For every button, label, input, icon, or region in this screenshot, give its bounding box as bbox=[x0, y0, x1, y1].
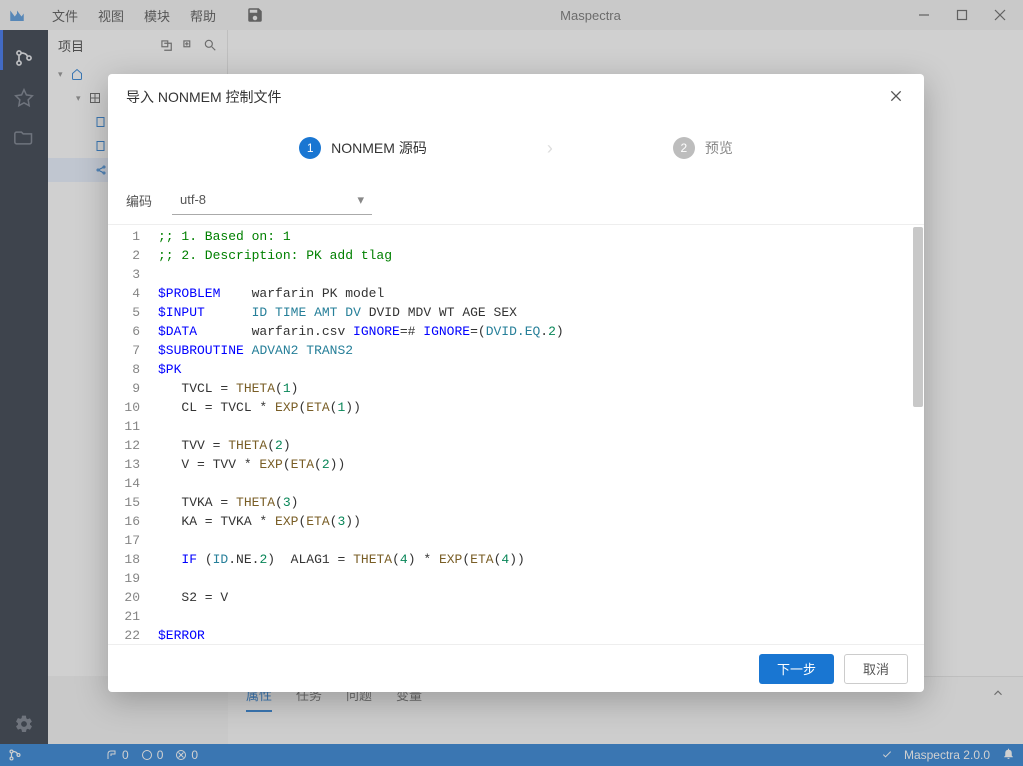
editor-gutter: 1234567891011121314151617181920212223 bbox=[108, 225, 148, 644]
step-1[interactable]: 1 NONMEM 源码 bbox=[299, 137, 427, 159]
step-1-number: 1 bbox=[299, 137, 321, 159]
step-2-number: 2 bbox=[673, 137, 695, 159]
stepper: 1 NONMEM 源码 › 2 预览 bbox=[108, 120, 924, 176]
step-2-label: 预览 bbox=[705, 138, 733, 158]
dialog-title: 导入 NONMEM 控制文件 bbox=[126, 87, 888, 107]
dialog-footer: 下一步 取消 bbox=[108, 644, 924, 692]
step-2[interactable]: 2 预览 bbox=[673, 137, 733, 159]
step-1-label: NONMEM 源码 bbox=[331, 138, 427, 158]
encoding-select[interactable]: utf-8 ▾ bbox=[172, 185, 372, 215]
import-nonmem-dialog: 导入 NONMEM 控制文件 1 NONMEM 源码 › 2 预览 编码 utf… bbox=[108, 74, 924, 692]
next-button[interactable]: 下一步 bbox=[759, 654, 834, 684]
chevron-right-icon: › bbox=[547, 138, 553, 159]
encoding-value: utf-8 bbox=[180, 192, 206, 207]
cancel-button[interactable]: 取消 bbox=[844, 654, 908, 684]
scrollbar-track[interactable] bbox=[912, 225, 924, 644]
close-icon[interactable] bbox=[888, 88, 906, 106]
editor-content[interactable]: ;; 1. Based on: 1;; 2. Description: PK a… bbox=[148, 225, 924, 644]
scrollbar-thumb[interactable] bbox=[913, 227, 923, 407]
code-editor[interactable]: 1234567891011121314151617181920212223 ;;… bbox=[108, 224, 924, 644]
encoding-label: 编码 bbox=[126, 191, 152, 210]
chevron-down-icon: ▾ bbox=[357, 192, 364, 208]
